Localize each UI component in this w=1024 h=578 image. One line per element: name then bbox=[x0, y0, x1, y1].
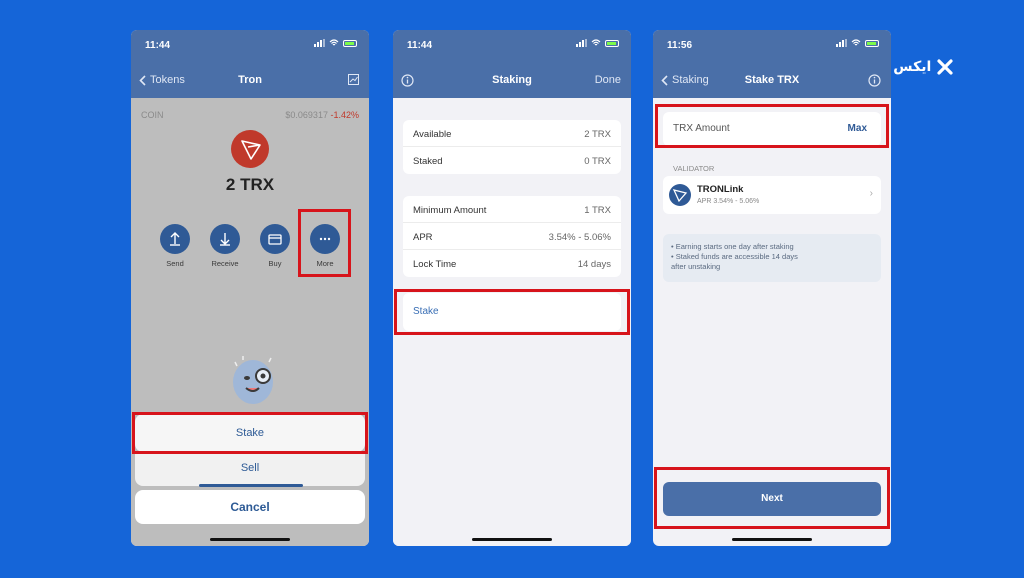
home-indicator bbox=[732, 538, 812, 541]
status-icons bbox=[576, 39, 619, 47]
row-apr: APR 3.54% - 5.06% bbox=[403, 223, 621, 250]
highlight-stake-option bbox=[132, 412, 368, 454]
status-bar: 11:56 bbox=[653, 30, 891, 60]
receive-action[interactable]: Receive bbox=[205, 224, 245, 268]
row-label: Available bbox=[413, 129, 452, 140]
battery-icon bbox=[865, 39, 879, 47]
battery-icon bbox=[605, 39, 619, 47]
highlight-next-button bbox=[654, 467, 890, 529]
card-icon bbox=[260, 224, 290, 254]
x-logo-icon bbox=[937, 58, 953, 75]
wifi-icon bbox=[329, 39, 339, 46]
sheet-divider bbox=[199, 484, 303, 487]
phone-stake-trx-screen: 11:56 Staking Stake TRX TRX Amount Max V… bbox=[653, 30, 891, 546]
row-label: Lock Time bbox=[413, 259, 457, 270]
status-icons bbox=[314, 39, 357, 47]
tron-logo-icon bbox=[231, 130, 269, 168]
price-change: -1.42% bbox=[330, 110, 359, 120]
sheet-cancel-button[interactable]: Cancel bbox=[135, 490, 365, 524]
info-line: • Earning starts one day after staking bbox=[671, 242, 794, 251]
status-time: 11:44 bbox=[145, 40, 171, 51]
wifi-icon bbox=[851, 39, 861, 46]
arrow-down-icon bbox=[210, 224, 240, 254]
row-value: 0 TRX bbox=[584, 156, 611, 167]
phone-token-screen: 11:44 Tokens Tron COIN $0.069317 -1.42% … bbox=[131, 30, 369, 546]
validator-row[interactable]: TRONLink APR 3.54% - 5.06% › bbox=[663, 176, 881, 214]
highlight-stake-button bbox=[394, 289, 630, 335]
row-value: 2 TRX bbox=[584, 129, 611, 140]
status-bar: 11:44 bbox=[131, 30, 369, 60]
arrow-up-icon bbox=[160, 224, 190, 254]
status-bar: 11:44 bbox=[393, 30, 631, 60]
info-line: after unstaking bbox=[671, 262, 721, 271]
validator-section-label: VALIDATOR bbox=[673, 164, 715, 173]
row-label: Staked bbox=[413, 156, 443, 167]
coin-price: $0.069317 -1.42% bbox=[285, 110, 359, 120]
nav-title: Tron bbox=[238, 74, 262, 86]
wifi-icon bbox=[591, 39, 601, 46]
status-time: 11:56 bbox=[667, 40, 693, 51]
row-staked: Staked 0 TRX bbox=[403, 147, 621, 174]
validator-apr: APR 3.54% - 5.06% bbox=[697, 198, 760, 205]
highlight-more bbox=[298, 209, 351, 277]
chevron-right-icon: › bbox=[869, 188, 873, 199]
home-indicator bbox=[472, 538, 552, 541]
nav-bar: Staking Stake TRX bbox=[653, 60, 891, 98]
status-icons bbox=[836, 39, 879, 47]
info-icon bbox=[868, 74, 881, 87]
row-label: APR bbox=[413, 232, 433, 243]
row-label: Minimum Amount bbox=[413, 205, 487, 216]
row-minimum-amount: Minimum Amount 1 TRX bbox=[403, 196, 621, 223]
row-value: 3.54% - 5.06% bbox=[548, 232, 611, 243]
tronlink-logo-icon bbox=[669, 184, 691, 206]
status-time: 11:44 bbox=[407, 40, 433, 51]
row-lock-time: Lock Time 14 days bbox=[403, 250, 621, 277]
terms-card: Minimum Amount 1 TRX APR 3.54% - 5.06% L… bbox=[403, 196, 621, 277]
send-action[interactable]: Send bbox=[155, 224, 195, 268]
nav-bar: Tokens Tron bbox=[131, 60, 369, 98]
token-balance: 2 TRX bbox=[225, 175, 275, 194]
chart-button[interactable] bbox=[348, 74, 359, 88]
balance-card: Available 2 TRX Staked 0 TRX bbox=[403, 120, 621, 174]
nav-bar: Staking Done bbox=[393, 60, 631, 98]
sell-label: Sell bbox=[240, 462, 260, 474]
chart-icon bbox=[348, 74, 359, 85]
sheet-sell-option[interactable]: Sell bbox=[135, 452, 365, 487]
buy-label: Buy bbox=[268, 259, 282, 268]
signal-icon bbox=[836, 39, 847, 47]
home-indicator bbox=[210, 538, 290, 541]
battery-icon bbox=[343, 39, 357, 47]
row-available: Available 2 TRX bbox=[403, 120, 621, 147]
done-button[interactable]: Done bbox=[595, 74, 621, 86]
validator-name: TRONLink bbox=[697, 184, 744, 195]
phone-staking-screen: 11:44 Staking Done Available 2 TRX Stake… bbox=[393, 30, 631, 546]
receive-label: Receive bbox=[211, 259, 239, 268]
staking-info-box: • Earning starts one day after staking •… bbox=[663, 234, 881, 282]
price-value: $0.069317 bbox=[285, 110, 328, 120]
highlight-amount-field bbox=[655, 104, 889, 148]
buy-action[interactable]: Buy bbox=[255, 224, 295, 268]
info-line: • Staked funds are accessible 14 days bbox=[671, 252, 798, 261]
row-value: 14 days bbox=[577, 259, 611, 270]
nav-title: Stake TRX bbox=[744, 74, 800, 86]
mascot-illustration bbox=[233, 356, 273, 404]
send-label: Send bbox=[166, 259, 184, 268]
signal-icon bbox=[314, 39, 325, 47]
info-button[interactable] bbox=[868, 74, 881, 90]
coin-label: COIN bbox=[141, 110, 164, 120]
signal-icon bbox=[576, 39, 587, 47]
row-value: 1 TRX bbox=[584, 205, 611, 216]
